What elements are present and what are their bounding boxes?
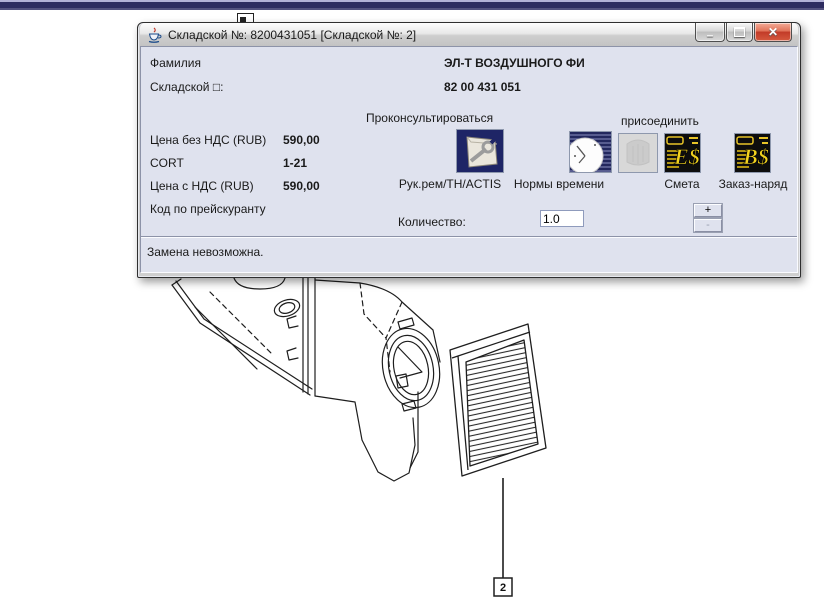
price-inc-vat-label: Цена с НДС (RUB) [150, 179, 254, 193]
dialog-content: Фамилия ЭЛ-Т ВОЗДУШНОГО ФИ Складской □: … [140, 46, 798, 273]
close-button[interactable]: ✕ [754, 23, 792, 42]
maximize-button[interactable] [726, 23, 753, 42]
quantity-label: Количество: [398, 215, 466, 229]
dialog-title: Складской №: 8200431051 [Складской №: 2] [168, 28, 416, 42]
window-controls: – ✕ [694, 23, 792, 42]
stock-label: Складской □: [150, 80, 223, 94]
work-order-letters: B$ [742, 144, 769, 169]
name-label: Фамилия [150, 56, 201, 70]
quantity-decrease-button: - [694, 219, 722, 232]
price-inc-vat-value: 590,00 [283, 179, 320, 193]
repair-manual-button[interactable] [456, 129, 504, 173]
air-filter-element-drawing [450, 324, 546, 476]
minimize-button[interactable]: – [695, 23, 725, 42]
clock-icon [570, 132, 611, 172]
attach-disabled-button [618, 133, 658, 173]
java-app-icon [146, 27, 162, 43]
close-icon: ✕ [768, 27, 778, 37]
part-dialog: Складской №: 8200431051 [Складской №: 2]… [137, 22, 801, 278]
pricelist-code-label: Код по прейскуранту [150, 202, 266, 216]
diagram-callout-2-label: 2 [500, 582, 506, 594]
stock-value: 82 00 431 051 [444, 80, 521, 94]
consult-header: Проконсультироваться [366, 111, 493, 125]
name-value: ЭЛ-Т ВОЗДУШНОГО ФИ [444, 56, 585, 70]
estimate-icon: E$ [665, 134, 700, 172]
disabled-attach-icon [619, 134, 657, 172]
top-accent-bar [0, 0, 824, 10]
repair-manual-label: Рук.рем/TH/ACTIS [390, 177, 510, 191]
quantity-input[interactable] [540, 210, 584, 227]
cort-value: 1-21 [283, 156, 307, 170]
minimize-icon: – [707, 30, 714, 40]
work-order-icon: B$ [735, 134, 770, 172]
price-ex-vat-value: 590,00 [283, 133, 320, 147]
time-standards-button[interactable] [569, 131, 612, 173]
estimate-letters: E$ [673, 144, 700, 169]
maximize-icon [734, 27, 745, 37]
estimate-button[interactable]: E$ [664, 133, 701, 173]
time-standards-label: Нормы времени [494, 177, 624, 191]
parts-diagram: 2 [150, 272, 560, 606]
price-ex-vat-label: Цена без НДС (RUB) [150, 133, 266, 147]
air-filter-housing-drawing [172, 276, 447, 481]
cort-label: CORT [150, 156, 184, 170]
quantity-increase-button[interactable]: + [694, 204, 722, 217]
attach-header: присоединить [621, 114, 699, 128]
work-order-label: Заказ-наряд [699, 177, 807, 191]
dialog-titlebar[interactable]: Складской №: 8200431051 [Складской №: 2]… [140, 23, 798, 46]
status-text: Замена невозможна. [147, 245, 264, 259]
work-order-button[interactable]: B$ [734, 133, 771, 173]
desktop: 2 Складской №: 8200431051 [Складской №: … [0, 0, 824, 606]
status-separator [141, 236, 797, 238]
repair-manual-icon [457, 130, 503, 172]
